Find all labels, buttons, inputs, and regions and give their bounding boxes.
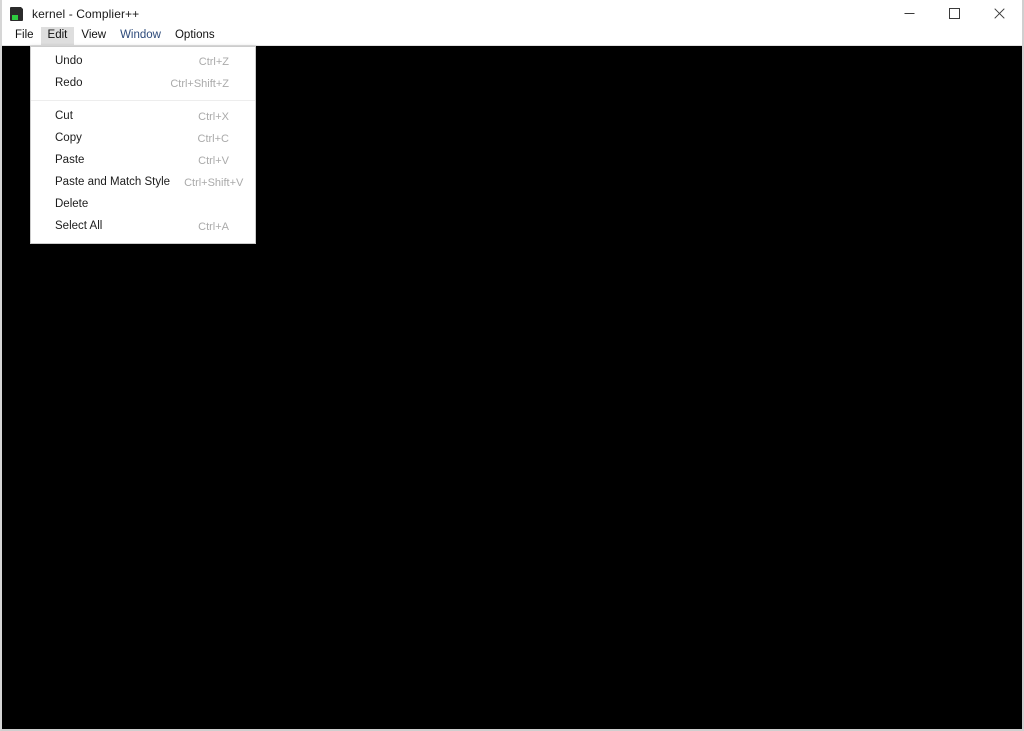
menu-item-copy-shortcut: Ctrl+C bbox=[197, 132, 229, 145]
application-window: kernel - Complier++ File Edit View Windo… bbox=[0, 0, 1024, 731]
menu-item-paste[interactable]: Paste Ctrl+V bbox=[31, 150, 255, 172]
menu-item-cut-label: Cut bbox=[55, 110, 73, 123]
menu-item-cut-shortcut: Ctrl+X bbox=[198, 110, 229, 123]
menubar-item-file[interactable]: File bbox=[8, 27, 41, 45]
menubar-item-window[interactable]: Window bbox=[113, 27, 168, 45]
menu-item-copy[interactable]: Copy Ctrl+C bbox=[31, 128, 255, 150]
menu-item-copy-label: Copy bbox=[55, 132, 82, 145]
menu-item-select-all[interactable]: Select All Ctrl+A bbox=[31, 216, 255, 238]
window-controls bbox=[887, 0, 1022, 27]
menu-item-select-all-label: Select All bbox=[55, 220, 103, 233]
menu-item-paste-and-match-style[interactable]: Paste and Match Style Ctrl+Shift+V bbox=[31, 172, 255, 194]
maximize-button[interactable] bbox=[932, 0, 977, 27]
menu-item-paste-and-match-style-shortcut: Ctrl+Shift+V bbox=[184, 176, 244, 189]
menu-item-redo-shortcut: Ctrl+Shift+Z bbox=[170, 77, 229, 90]
minimize-button[interactable] bbox=[887, 0, 932, 27]
menubar-item-edit[interactable]: Edit bbox=[40, 27, 75, 45]
menu-item-redo[interactable]: Redo Ctrl+Shift+Z bbox=[31, 73, 255, 95]
menu-item-paste-and-match-style-label: Paste and Match Style bbox=[55, 176, 171, 189]
title-bar: kernel - Complier++ bbox=[2, 0, 1022, 28]
menu-item-paste-shortcut: Ctrl+V bbox=[198, 154, 229, 167]
edit-dropdown-menu: Undo Ctrl+Z Redo Ctrl+Shift+Z Cut Ctrl+X… bbox=[30, 46, 256, 244]
menu-item-redo-label: Redo bbox=[55, 77, 83, 90]
menu-item-delete-label: Delete bbox=[55, 198, 89, 211]
window-title: kernel - Complier++ bbox=[32, 6, 140, 21]
close-button[interactable] bbox=[977, 0, 1022, 27]
menu-item-undo-shortcut: Ctrl+Z bbox=[198, 55, 229, 68]
menu-item-undo-label: Undo bbox=[55, 55, 83, 68]
menubar-item-options[interactable]: Options bbox=[168, 27, 222, 45]
minimize-icon bbox=[904, 13, 915, 14]
menu-separator bbox=[31, 100, 255, 101]
menu-item-cut[interactable]: Cut Ctrl+X bbox=[31, 106, 255, 128]
menu-item-delete[interactable]: Delete bbox=[31, 194, 255, 216]
menubar-item-view[interactable]: View bbox=[74, 27, 113, 45]
menu-item-paste-label: Paste bbox=[55, 154, 85, 167]
menu-bar: File Edit View Window Options bbox=[2, 27, 1022, 46]
menu-item-select-all-shortcut: Ctrl+A bbox=[198, 220, 229, 233]
close-icon bbox=[994, 8, 1005, 19]
document-app-icon bbox=[9, 5, 25, 22]
menu-item-undo[interactable]: Undo Ctrl+Z bbox=[31, 51, 255, 73]
maximize-icon bbox=[949, 8, 960, 19]
